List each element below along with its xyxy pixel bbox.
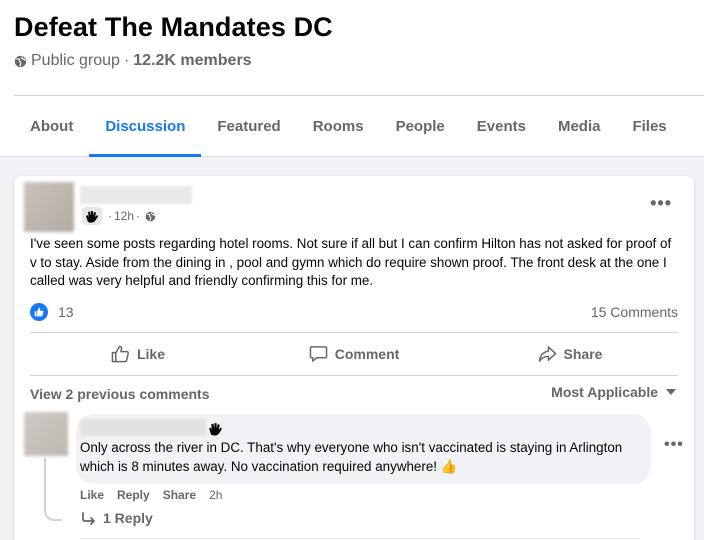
comment-reply-button[interactable]: Reply — [117, 488, 150, 502]
group-meta: Public group · 12.2K members — [14, 52, 252, 70]
tab-people[interactable]: People — [380, 96, 461, 156]
tab-about[interactable]: About — [14, 96, 89, 156]
divider — [30, 375, 678, 376]
author-avatar[interactable] — [24, 182, 74, 232]
wave-hand-icon — [209, 423, 222, 436]
comment-bubble: Only across the river in DC. That's why … — [76, 414, 651, 484]
tab-rooms[interactable]: Rooms — [297, 96, 380, 156]
comment-text: Only across the river in DC. That's why … — [80, 440, 623, 474]
meta-separator: · — [123, 52, 130, 69]
wave-hand-icon — [86, 210, 98, 223]
post-options-icon[interactable]: ••• — [650, 194, 672, 212]
globe-icon — [14, 55, 27, 67]
like-label: Like — [136, 346, 165, 362]
tab-events[interactable]: Events — [461, 96, 542, 156]
post-action-row: Like Comment Share — [30, 334, 678, 374]
view-replies-link[interactable]: 1 Reply — [81, 510, 153, 526]
comments-count-link[interactable]: 15 Comments — [591, 304, 678, 320]
comment-like-button[interactable]: Like — [80, 488, 104, 502]
members-count[interactable]: 12.2K members — [133, 52, 251, 70]
group-title: Defeat The Mandates DC — [14, 12, 333, 42]
group-privacy: Public group — [31, 52, 120, 69]
tab-discussion[interactable]: Discussion — [89, 96, 202, 157]
group-header: Defeat The Mandates DC Public group · 12… — [0, 0, 704, 157]
post-subheader: · 12h · — [82, 207, 156, 225]
reply-thread-line — [44, 458, 62, 521]
share-icon — [538, 346, 556, 362]
divider — [30, 332, 678, 333]
post-card: · 12h · ••• I've seen some posts regardi… — [14, 176, 694, 540]
post-time[interactable]: 12h — [114, 209, 134, 223]
like-button[interactable]: Like — [30, 334, 246, 374]
member-badge — [82, 207, 102, 225]
comment-sort-dropdown[interactable]: Most Applicable — [551, 384, 676, 400]
caret-down-icon — [666, 389, 676, 395]
comment-button[interactable]: Comment — [246, 334, 462, 374]
commenter-name-redacted[interactable] — [80, 419, 206, 436]
reaction-summary[interactable]: 13 — [30, 303, 74, 321]
tab-files[interactable]: Files — [616, 96, 682, 156]
author-name-redacted[interactable] — [80, 186, 192, 204]
thumbs-up-icon — [111, 345, 129, 363]
comment-label: Comment — [334, 346, 400, 362]
reply-arrow-icon — [82, 511, 95, 525]
sub-dot-2: · — [136, 209, 141, 223]
sub-dot: · — [108, 209, 112, 223]
post-body: I've seen some posts regarding hotel roo… — [30, 236, 672, 289]
commenter-avatar[interactable] — [24, 412, 68, 456]
share-label: Share — [563, 346, 603, 362]
like-reaction-icon — [30, 303, 48, 321]
globe-icon — [145, 211, 156, 221]
comment-time[interactable]: 2h — [209, 488, 222, 502]
replies-label: 1 Reply — [103, 510, 153, 526]
comment-options-icon[interactable]: ••• — [664, 437, 684, 453]
view-previous-comments-link[interactable]: View 2 previous comments — [30, 386, 209, 402]
tab-media[interactable]: Media — [542, 96, 617, 156]
next-comment-edge — [80, 538, 640, 539]
comment-icon — [309, 346, 328, 362]
comment-share-button[interactable]: Share — [163, 488, 196, 502]
reaction-count: 13 — [58, 304, 74, 320]
sort-label: Most Applicable — [551, 384, 658, 400]
comment-actions: Like Reply Share 2h — [80, 488, 235, 502]
tab-featured[interactable]: Featured — [201, 96, 296, 156]
reaction-row: 13 15 Comments — [30, 302, 678, 322]
group-tabs: About Discussion Featured Rooms People E… — [14, 96, 683, 157]
share-button[interactable]: Share — [462, 334, 678, 374]
